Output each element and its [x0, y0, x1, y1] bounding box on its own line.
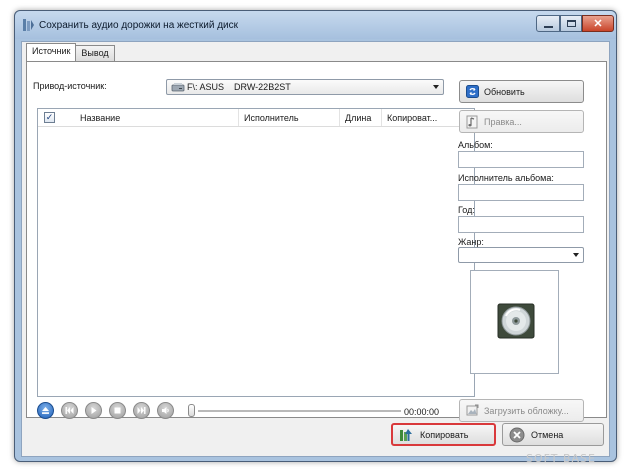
tab-strip: Источник Вывод: [26, 43, 115, 62]
drive-icon: [171, 82, 185, 94]
genre-select[interactable]: [458, 247, 584, 263]
minimize-icon: [543, 25, 553, 28]
minimize-button[interactable]: [536, 15, 560, 32]
maximize-icon: [566, 20, 576, 27]
title-bar[interactable]: Сохранить аудио дорожки на жесткий диск …: [15, 11, 616, 39]
dialog-window: Сохранить аудио дорожки на жесткий диск …: [14, 10, 617, 462]
column-divider[interactable]: [238, 109, 239, 126]
stop-icon: [114, 407, 121, 414]
column-divider[interactable]: [381, 109, 382, 126]
select-all-checkbox[interactable]: ✓: [44, 112, 55, 123]
close-icon: ✕: [593, 18, 603, 30]
speaker-icon: [162, 407, 169, 414]
skip-forward-icon: [137, 407, 146, 414]
maximize-button[interactable]: [560, 15, 582, 32]
copy-button-label: Копировать: [420, 429, 469, 440]
play-button[interactable]: [85, 402, 102, 419]
volume-button[interactable]: [157, 402, 174, 419]
album-cover: [470, 270, 559, 374]
cd-icon: [497, 302, 535, 342]
column-header-artist[interactable]: Исполнитель: [244, 113, 299, 123]
album-artist-label: Исполнитель альбома:: [458, 173, 554, 183]
copy-icon: [398, 427, 414, 443]
source-panel: Привод-источник: F\: ASUS DRW-22B2ST Обн…: [26, 61, 607, 422]
dialog-body: Источник Вывод Привод-источник: F\: ASUS…: [21, 41, 610, 457]
watermark: SOFT BASE: [526, 452, 596, 465]
playback-time: 00:00:00: [404, 407, 440, 417]
eject-button[interactable]: [37, 402, 54, 419]
app-icon: [21, 18, 35, 32]
music-note-icon: [465, 115, 479, 129]
window-title: Сохранить аудио дорожки на жесткий диск: [39, 20, 238, 31]
column-divider[interactable]: [339, 109, 340, 126]
drive-select-value: F\: ASUS DRW-22B2ST: [187, 82, 291, 92]
column-header-length[interactable]: Длина: [345, 113, 371, 123]
year-label: Год:: [458, 205, 475, 215]
edit-button[interactable]: Правка...: [459, 110, 584, 133]
next-track-button[interactable]: [133, 402, 150, 419]
copy-button[interactable]: Копировать: [391, 423, 496, 446]
close-button[interactable]: ✕: [582, 15, 614, 32]
image-icon: [465, 404, 479, 418]
year-field[interactable]: [458, 216, 584, 233]
album-field[interactable]: [458, 151, 584, 168]
seek-slider-track[interactable]: [198, 410, 401, 412]
load-cover-button-label: Загрузить обложку...: [484, 405, 569, 416]
drive-select[interactable]: F\: ASUS DRW-22B2ST: [166, 79, 444, 95]
column-header-title[interactable]: Название: [80, 113, 120, 123]
eject-icon: [42, 407, 49, 414]
cancel-icon: [509, 427, 525, 443]
cancel-button[interactable]: Отмена: [502, 423, 604, 446]
stop-button[interactable]: [109, 402, 126, 419]
refresh-button[interactable]: Обновить: [459, 80, 584, 103]
seek-slider-thumb[interactable]: [188, 404, 195, 417]
track-list-header: ✓ Название Исполнитель Длина Копироват..…: [38, 109, 474, 127]
skip-back-icon: [65, 407, 74, 414]
album-artist-field[interactable]: [458, 184, 584, 201]
previous-track-button[interactable]: [61, 402, 78, 419]
tab-output[interactable]: Вывод: [75, 45, 115, 61]
refresh-button-label: Обновить: [484, 86, 525, 97]
drive-label: Привод-источник:: [33, 81, 107, 91]
cancel-button-label: Отмена: [531, 429, 564, 440]
play-icon: [91, 407, 97, 414]
chevron-down-icon: [433, 85, 439, 89]
genre-label: Жанр:: [458, 237, 484, 247]
load-cover-button[interactable]: Загрузить обложку...: [459, 399, 584, 422]
column-header-copy[interactable]: Копироват...: [387, 113, 437, 123]
chevron-down-icon: [573, 253, 579, 257]
refresh-icon: [465, 85, 479, 99]
tab-source[interactable]: Источник: [26, 43, 77, 61]
edit-button-label: Правка...: [484, 116, 522, 127]
track-list[interactable]: ✓ Название Исполнитель Длина Копироват..…: [37, 108, 475, 397]
album-label: Альбом:: [458, 140, 493, 150]
